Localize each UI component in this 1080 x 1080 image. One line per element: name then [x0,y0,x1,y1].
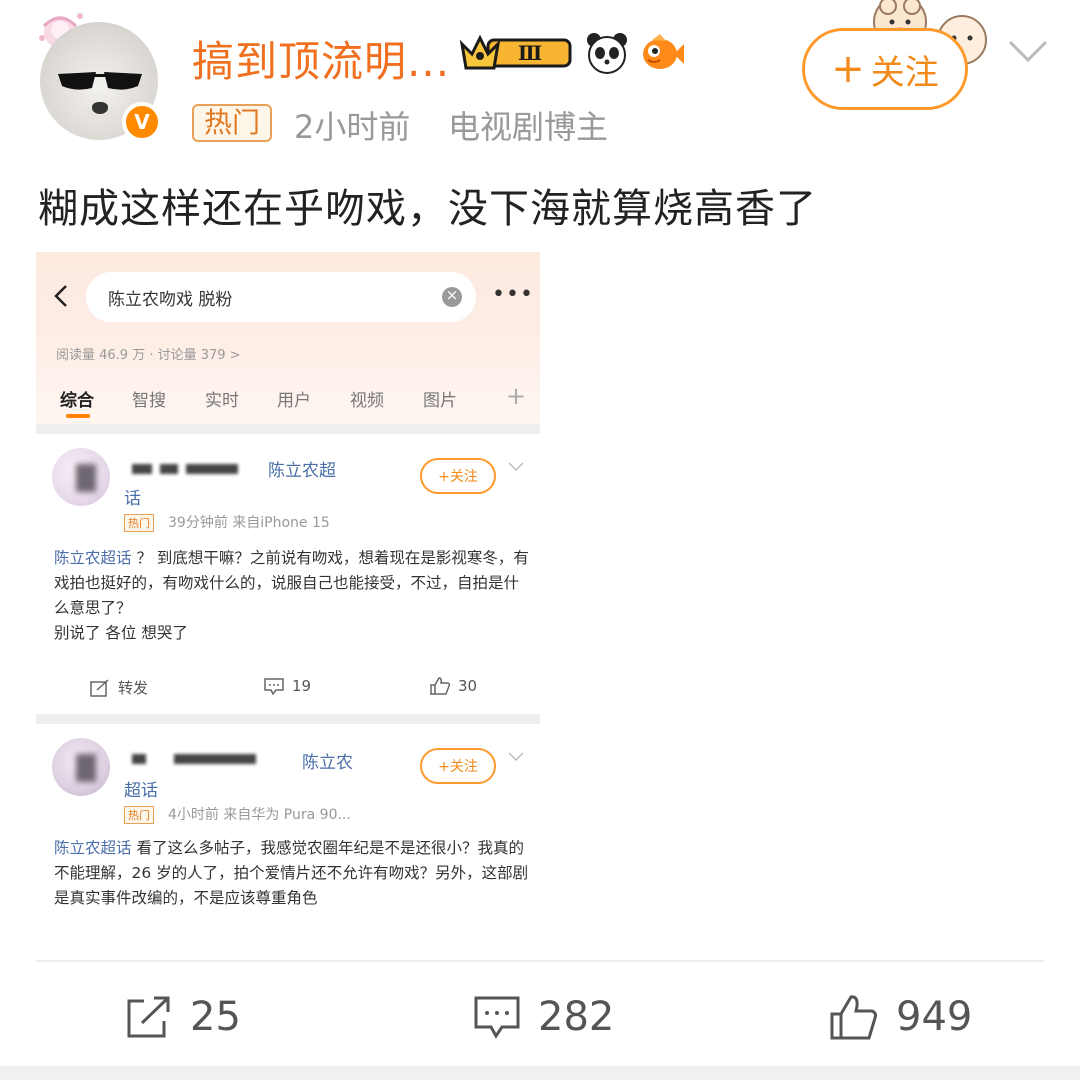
card-avatar [52,448,110,506]
card-username-line2: 超话 [124,781,158,801]
screenshot-read-stats: 阅读量 46.9 万 · 讨论量 379 > [56,348,241,363]
redacted-name-block [132,754,146,764]
screenshot-tab-bar: 综合 智搜 实时 用户 视频 图片 + [36,380,540,420]
author-avatar-wrap[interactable]: V [30,8,170,142]
screenshot-tab-users: 用户 [277,391,311,411]
screenshot-tab-comprehensive: 综合 [60,391,94,411]
verified-badge-icon: V [122,102,162,142]
screenshot-search-box: 陈立农吻戏 脱粉 × [86,272,476,322]
card-repost-label: 转发 [118,679,149,697]
card-chevron-down-icon [508,462,524,472]
clear-search-glyph: × [445,286,459,304]
card-comment-icon [264,678,284,695]
card-repost: 转发 [90,677,148,698]
like-button[interactable]: 949 [830,990,972,1044]
card-body-line2: 别说了 各位 想哭了 [54,624,188,642]
card-meta: 4小时前 来自华为 Pura 90... [168,807,351,823]
dog-nose-graphic [92,102,108,114]
follow-button-label: 关注 [870,52,939,93]
card-topic-link: 陈立农超话 [54,549,132,567]
redacted-name-block [160,464,178,474]
repost-button[interactable]: 25 [126,990,241,1044]
card-like-icon [430,677,450,695]
follow-plus-icon: + [831,46,865,92]
active-tab-indicator [66,414,90,418]
hot-tag: 热门 [192,104,273,142]
card-action-bar: 转发 19 30 [36,677,540,707]
repost-icon [127,996,170,1038]
card-avatar [52,738,110,796]
more-options-icon: ••• [492,282,534,307]
add-tab-icon: + [506,382,527,410]
back-chevron-icon [54,285,67,307]
screenshot-separator [36,424,540,434]
comment-count: 282 [538,994,615,1040]
card-username-suffix: 陈立农超 [268,461,336,481]
level-badge-text: Ⅲ [518,41,542,65]
screenshot-post-card: 陈立农 超话 热门 4小时前 来自华为 Pura 90... +关注 陈立农超话… [36,724,540,924]
embedded-screenshot-image[interactable]: 陈立农吻戏 脱粉 × ••• 阅读量 46.9 万 · 讨论量 379 > 综合… [36,252,540,924]
screenshot-separator [36,714,540,724]
screenshot-tab-videos: 视频 [350,391,384,411]
card-username-line2: 话 [124,489,141,509]
repost-count: 25 [190,994,241,1040]
card-follow-button: +关注 [420,458,496,494]
card-follow-button: +关注 [420,748,496,784]
card-topic-link: 陈立农超话 [54,839,132,857]
card-like-count: 30 [458,677,478,695]
author-role: 电视剧博主 [448,108,609,146]
card-likes: 30 [430,677,477,695]
card-body-text: 陈立农超话 ？ 到底想干嘛？之前说有吻戏，想着现在是影视寒冬，有戏拍也挺好的，有… [54,546,530,646]
screenshot-tab-realtime: 实时 [205,391,239,411]
screenshot-header: 陈立农吻戏 脱粉 × ••• 阅读量 46.9 万 · 讨论量 379 > 综合… [36,252,540,428]
card-meta: 39分钟前 来自iPhone 15 [168,515,330,531]
crown-level-badge-icon[interactable]: Ⅲ [458,30,574,74]
like-icon [830,995,878,1040]
post-time: 2小时前 [294,108,411,146]
card-hot-tag: 热门 [124,806,154,824]
follow-button[interactable]: + 关注 [802,28,968,110]
comment-icon [474,996,520,1039]
like-count: 949 [896,994,973,1040]
author-username[interactable]: 搞到顶流明... [192,28,450,89]
card-repost-icon [90,678,109,697]
screenshot-post-card: 陈立农超 话 热门 39分钟前 来自iPhone 15 +关注 陈立农超话 ？ … [36,434,540,714]
card-comment-count: 19 [292,677,312,695]
clear-search-icon: × [442,286,462,307]
post-text: 糊成这样还在乎吻戏，没下海就算烧高香了 [38,186,817,232]
card-comments: 19 [264,677,311,695]
panda-icon [587,33,627,74]
bottom-strip [0,1066,1080,1080]
sunglasses-graphic [58,72,142,90]
card-username-suffix: 陈立农 [302,753,353,773]
redacted-name-block [174,754,256,764]
card-body-text: 陈立农超话 看了这么多帖子，我感觉农圈年纪是不是还很小？我真的不能理解，26 岁… [54,836,530,914]
action-bar-divider [36,960,1044,962]
screenshot-tab-images: 图片 [423,391,457,411]
screenshot-search-query: 陈立农吻戏 脱粉 [108,290,233,310]
fish-icon [643,34,684,69]
card-chevron-down-icon [508,752,524,762]
redacted-name-block [132,464,152,474]
chevron-down-icon[interactable] [1006,36,1050,66]
redacted-name-block [186,464,238,474]
comment-button[interactable]: 282 [474,990,614,1044]
card-hot-tag: 热门 [124,514,154,532]
verified-badge-letter: V [134,110,150,134]
screenshot-tab-smart-search: 智搜 [132,391,166,411]
